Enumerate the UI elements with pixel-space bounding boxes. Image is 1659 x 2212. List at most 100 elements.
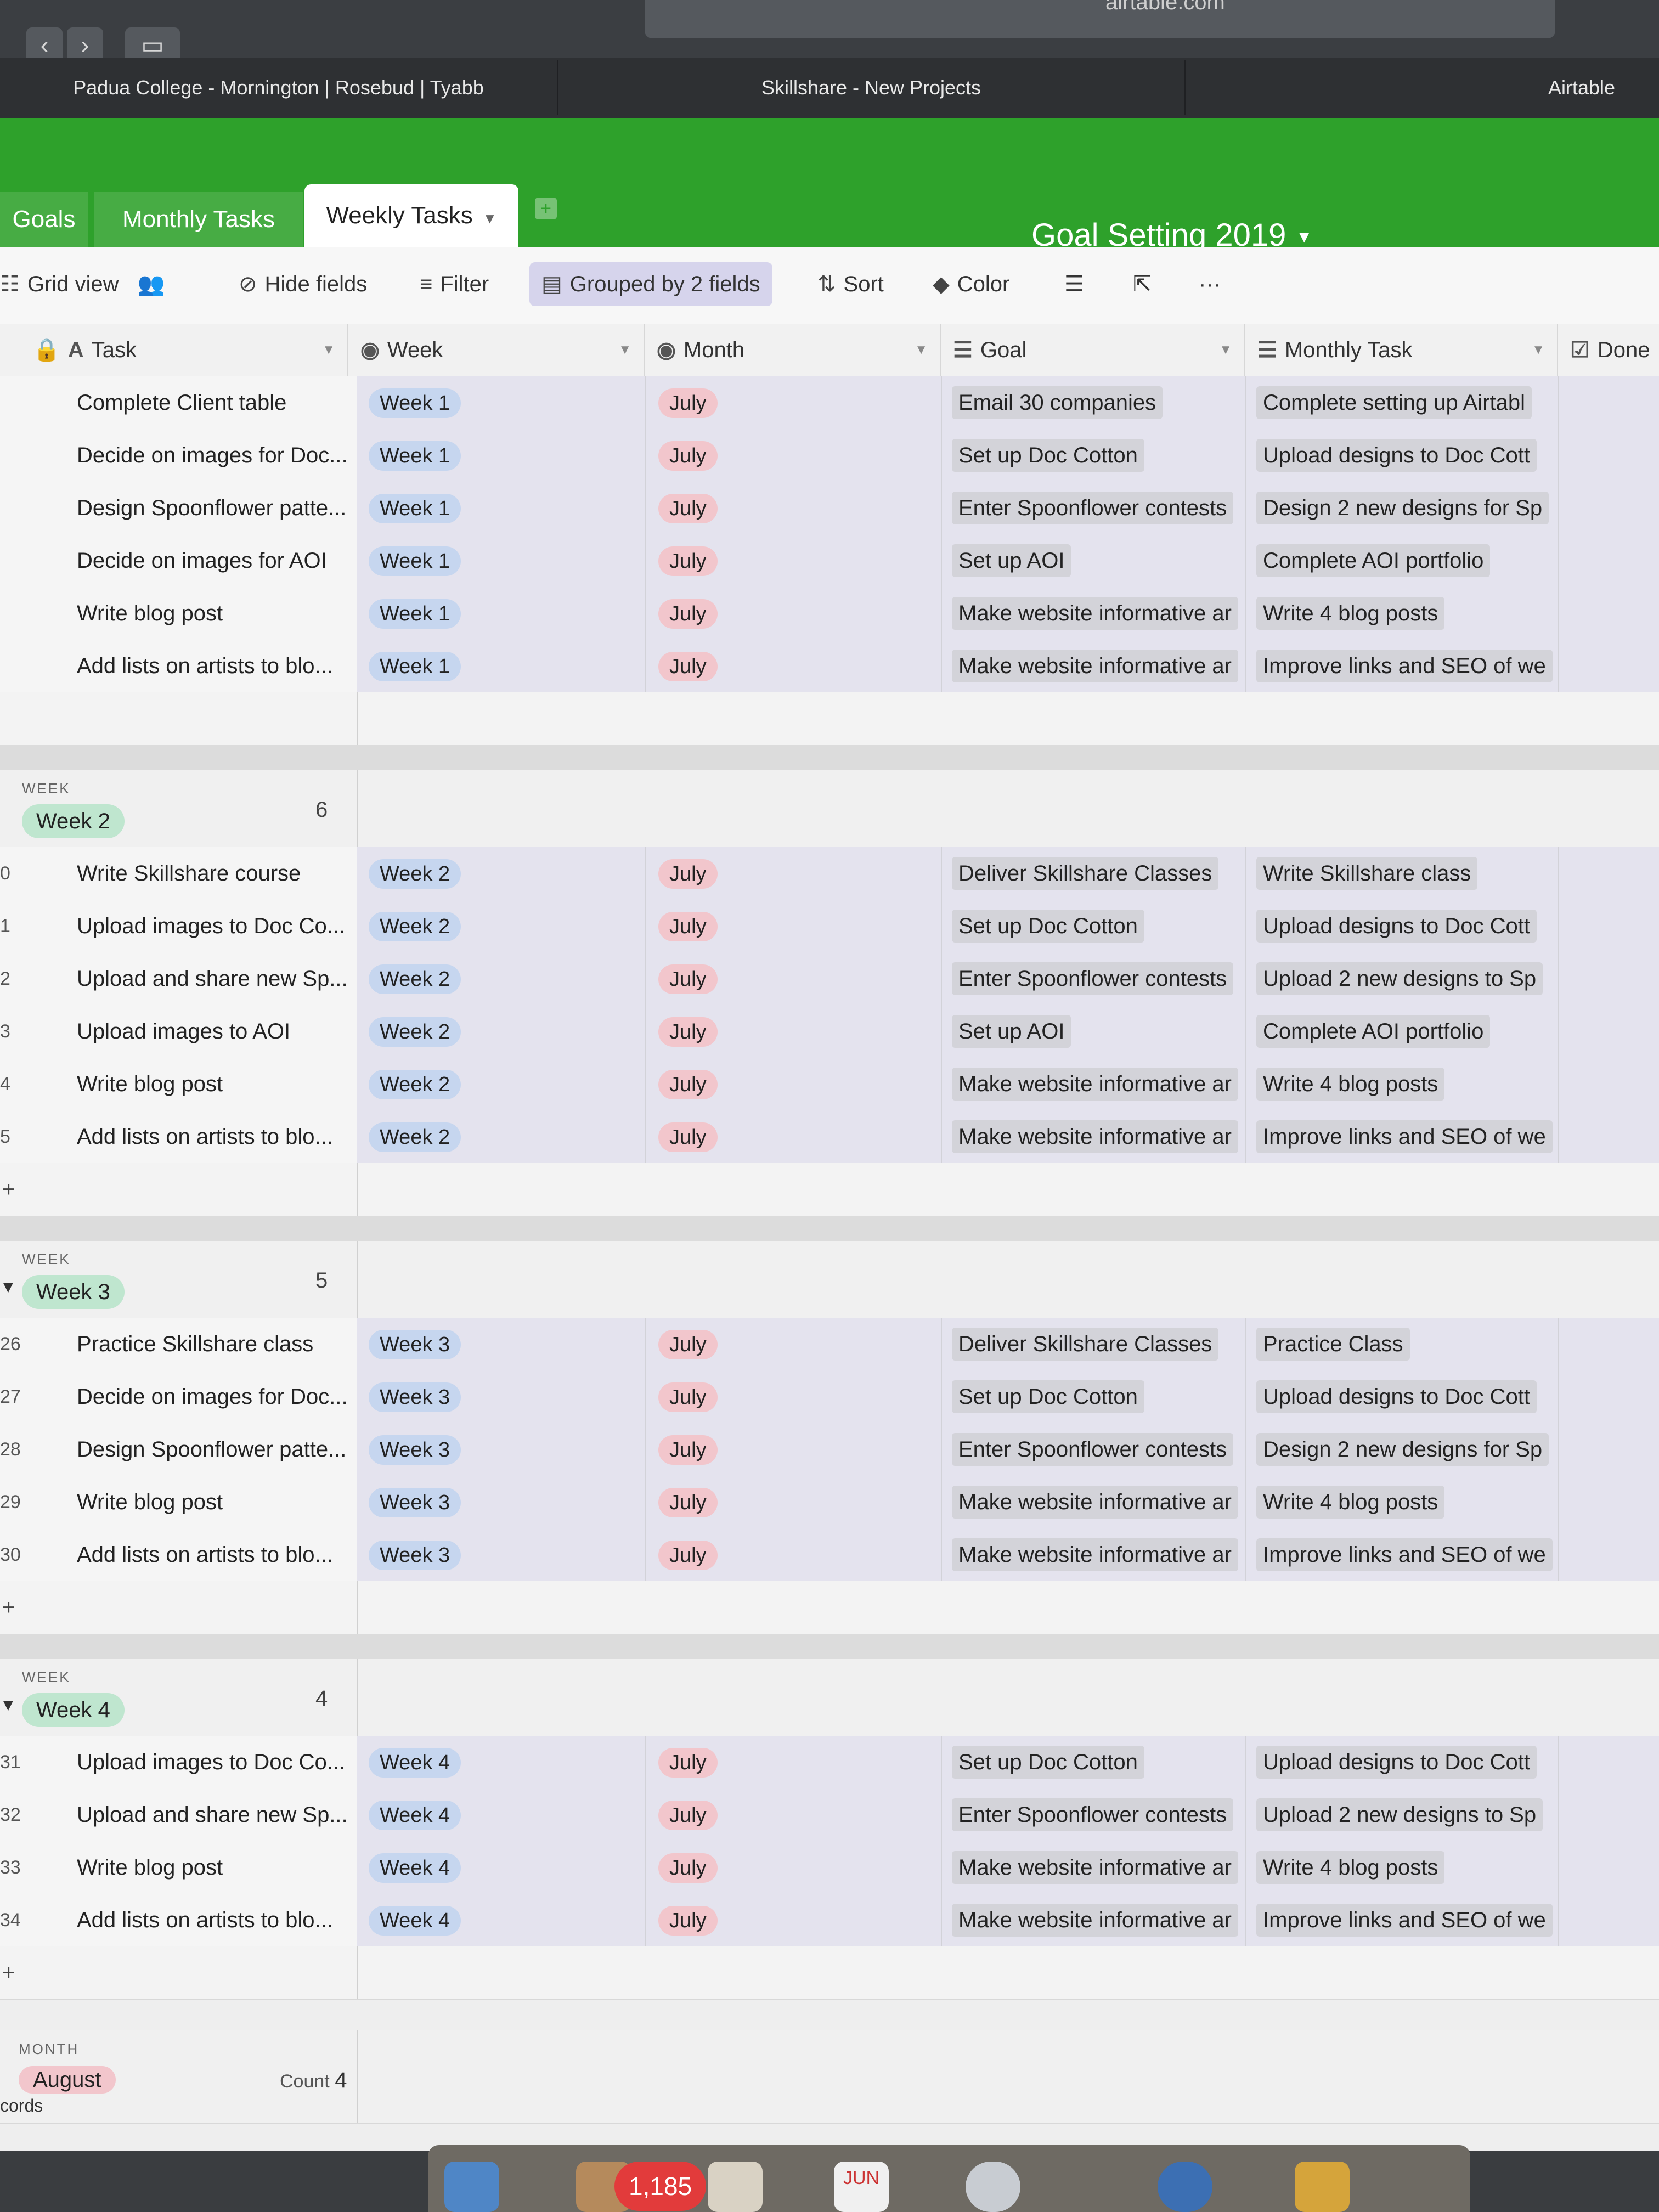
task-cell[interactable]: Write blog post: [77, 1058, 223, 1110]
add-row-area[interactable]: +: [0, 1581, 1659, 1635]
table-row[interactable]: 30 Add lists on artists to blo... Week 3 Ju…: [0, 1528, 1659, 1582]
month-pill[interactable]: July: [658, 1801, 718, 1830]
month-pill[interactable]: July: [658, 1748, 718, 1778]
monthly-task-link[interactable]: Design 2 new designs for Sp: [1256, 492, 1549, 524]
task-cell[interactable]: Write blog post: [77, 1476, 223, 1528]
month-pill[interactable]: July: [658, 494, 718, 523]
goal-link[interactable]: Enter Spoonflower contests: [952, 492, 1234, 524]
group-header-august[interactable]: MONTH August Count 4 cords: [0, 2030, 1659, 2124]
week-pill[interactable]: Week 1: [369, 652, 461, 681]
week-pill[interactable]: Week 2: [369, 1017, 461, 1047]
browser-tab[interactable]: Airtable: [1185, 60, 1659, 115]
add-row-area[interactable]: +: [0, 1163, 1659, 1217]
calendar-icon[interactable]: JUN: [834, 2162, 889, 2212]
task-cell[interactable]: Upload images to Doc Co...: [77, 1736, 345, 1788]
monthly-task-link[interactable]: Write 4 blog posts: [1256, 1851, 1445, 1884]
goal-link[interactable]: Make website informative ar: [952, 1486, 1238, 1519]
table-row[interactable]: 33 Write blog post Week 4 July Make website …: [0, 1841, 1659, 1895]
group-header[interactable]: WEEK Week 2 6: [0, 770, 1659, 848]
goal-link[interactable]: Set up Doc Cotton: [952, 1746, 1144, 1779]
collapse-triangle-icon[interactable]: ▼: [0, 1696, 16, 1715]
browser-tab[interactable]: Skillshare - New Projects: [558, 60, 1186, 115]
week-pill[interactable]: Week 3: [369, 1488, 461, 1517]
table-row[interactable]: Write blog post Week 1 July Make website in…: [0, 587, 1659, 641]
goal-link[interactable]: Email 30 companies: [952, 386, 1163, 419]
task-cell[interactable]: Add lists on artists to blo...: [77, 1894, 333, 1946]
task-cell[interactable]: Write Skillshare course: [77, 847, 301, 900]
task-cell[interactable]: Practice Skillshare class: [77, 1318, 313, 1370]
collapse-triangle-icon[interactable]: ▼: [0, 1278, 16, 1297]
monthly-task-link[interactable]: Complete AOI portfolio: [1256, 1015, 1491, 1048]
column-header-task[interactable]: 🔒 A Task ▼: [0, 324, 348, 376]
table-row[interactable]: Complete Client table Week 1 July Email 30 …: [0, 376, 1659, 430]
table-row[interactable]: 4 Write blog post Week 2 July Make website i…: [0, 1058, 1659, 1111]
week-pill[interactable]: Week 3: [369, 1383, 461, 1412]
month-pill[interactable]: July: [658, 1853, 718, 1883]
week-pill[interactable]: Week 4: [369, 1906, 461, 1936]
week-pill[interactable]: Week 2: [369, 859, 461, 889]
table-row[interactable]: 26 Practice Skillshare class Week 3 July Del…: [0, 1318, 1659, 1372]
hide-fields-button[interactable]: ⊘ Hide fields: [239, 262, 367, 306]
goal-link[interactable]: Enter Spoonflower contests: [952, 1798, 1234, 1831]
month-pill[interactable]: July: [658, 652, 718, 681]
month-pill[interactable]: July: [658, 912, 718, 941]
task-cell[interactable]: Upload and share new Sp...: [77, 952, 348, 1005]
monthly-task-link[interactable]: Upload designs to Doc Cott: [1256, 1380, 1537, 1413]
share-view-icon[interactable]: ⇱: [1133, 262, 1152, 306]
week-pill[interactable]: Week 1: [369, 388, 461, 418]
task-cell[interactable]: Write blog post: [77, 1841, 223, 1894]
week-pill[interactable]: Week 2: [369, 912, 461, 941]
monthly-task-link[interactable]: Upload designs to Doc Cott: [1256, 910, 1537, 943]
monthly-task-link[interactable]: Upload 2 new designs to Sp: [1256, 962, 1543, 995]
task-cell[interactable]: Complete Client table: [77, 376, 286, 429]
table-row[interactable]: Design Spoonflower patte... Week 1 July Ent…: [0, 482, 1659, 535]
monthly-task-link[interactable]: Upload designs to Doc Cott: [1256, 1746, 1537, 1779]
monthly-task-link[interactable]: Complete AOI portfolio: [1256, 544, 1491, 577]
monthly-task-link[interactable]: Write Skillshare class: [1256, 857, 1478, 890]
task-cell[interactable]: Upload and share new Sp...: [77, 1788, 348, 1841]
goal-link[interactable]: Make website informative ar: [952, 1538, 1238, 1571]
month-pill[interactable]: July: [658, 1330, 718, 1359]
monthly-task-link[interactable]: Improve links and SEO of we: [1256, 650, 1553, 682]
task-cell[interactable]: Add lists on artists to blo...: [77, 1110, 333, 1163]
month-pill[interactable]: July: [658, 441, 718, 471]
week-pill[interactable]: Week 1: [369, 599, 461, 629]
task-cell[interactable]: Write blog post: [77, 587, 223, 640]
task-cell[interactable]: Add lists on artists to blo...: [77, 640, 333, 692]
goal-link[interactable]: Set up Doc Cotton: [952, 910, 1144, 943]
table-row[interactable]: 5 Add lists on artists to blo... Week 2 Jul…: [0, 1110, 1659, 1164]
month-pill[interactable]: July: [658, 1070, 718, 1099]
month-pill[interactable]: July: [658, 1383, 718, 1412]
goal-link[interactable]: Make website informative ar: [952, 1851, 1238, 1884]
month-pill[interactable]: July: [658, 1541, 718, 1570]
finder-icon[interactable]: [444, 2162, 499, 2212]
more-icon[interactable]: ···: [1199, 262, 1221, 306]
row-height-icon[interactable]: ☰: [1064, 262, 1084, 306]
monthly-task-link[interactable]: Design 2 new designs for Sp: [1256, 1433, 1549, 1466]
monthly-task-link[interactable]: Upload designs to Doc Cott: [1256, 439, 1537, 472]
grid-view-button[interactable]: ☷ Grid view 👥: [0, 262, 172, 306]
column-header-month[interactable]: ◉ Month ▼: [645, 324, 941, 376]
monthly-task-link[interactable]: Practice Class: [1256, 1328, 1410, 1361]
task-cell[interactable]: Decide on images for AOI: [77, 534, 327, 587]
goal-link[interactable]: Deliver Skillshare Classes: [952, 857, 1219, 890]
filter-button[interactable]: ≡ Filter: [420, 262, 489, 306]
add-row-icon[interactable]: +: [2, 1163, 15, 1216]
address-bar[interactable]: airtable.com: [645, 0, 1555, 38]
column-header-done[interactable]: ☑ Done: [1558, 324, 1659, 376]
goal-link[interactable]: Set up AOI: [952, 1015, 1071, 1048]
monthly-task-link[interactable]: Improve links and SEO of we: [1256, 1538, 1553, 1571]
task-cell[interactable]: Decide on images for Doc...: [77, 429, 348, 482]
pen-app-icon[interactable]: [708, 2162, 763, 2212]
goal-link[interactable]: Make website informative ar: [952, 1120, 1238, 1153]
table-row[interactable]: 28 Design Spoonflower patte... Week 3 July E…: [0, 1423, 1659, 1477]
week-pill[interactable]: Week 1: [369, 494, 461, 523]
notes-app-icon[interactable]: [1295, 2162, 1350, 2212]
goal-link[interactable]: Make website informative ar: [952, 1068, 1238, 1101]
tab-monthly-tasks[interactable]: Monthly Tasks: [94, 192, 303, 247]
group-header[interactable]: ▼ WEEK Week 3 5: [0, 1241, 1659, 1319]
safari-icon[interactable]: [1158, 2162, 1212, 2212]
week-pill[interactable]: Week 4: [369, 1801, 461, 1830]
week-pill[interactable]: Week 2: [369, 964, 461, 994]
month-pill[interactable]: July: [658, 1488, 718, 1517]
